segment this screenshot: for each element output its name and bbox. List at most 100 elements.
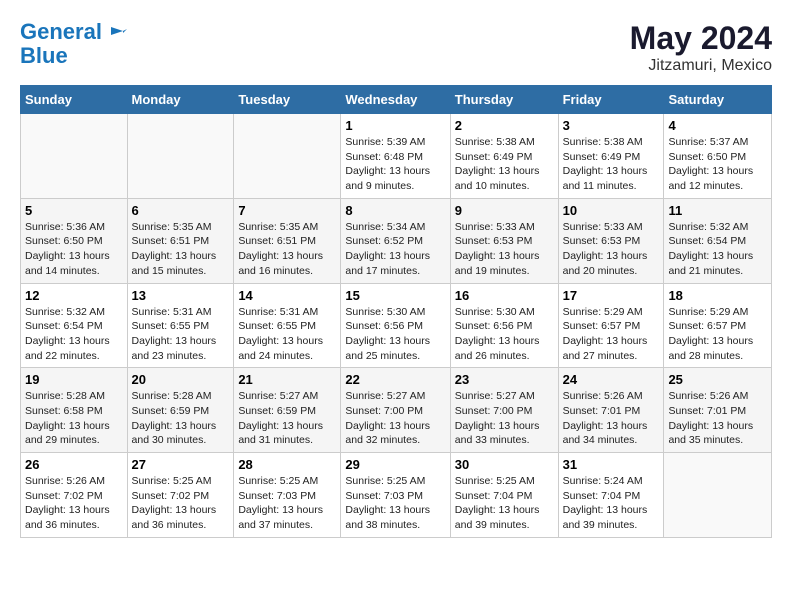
day-info: Sunrise: 5:33 AM Sunset: 6:53 PM Dayligh… <box>455 220 554 279</box>
calendar-cell: 5 Sunrise: 5:36 AM Sunset: 6:50 PM Daylig… <box>21 198 128 283</box>
day-number: 15 <box>345 288 445 303</box>
calendar-cell: 26 Sunrise: 5:26 AM Sunset: 7:02 PM Dayli… <box>21 453 128 538</box>
title-block: May 2024 Jitzamuri, Mexico <box>630 20 772 75</box>
day-number: 10 <box>563 203 660 218</box>
day-number: 20 <box>132 372 230 387</box>
day-number: 16 <box>455 288 554 303</box>
calendar-cell: 10 Sunrise: 5:33 AM Sunset: 6:53 PM Dayli… <box>558 198 664 283</box>
day-number: 28 <box>238 457 336 472</box>
calendar-cell: 15 Sunrise: 5:30 AM Sunset: 6:56 PM Dayli… <box>341 283 450 368</box>
day-info: Sunrise: 5:27 AM Sunset: 7:00 PM Dayligh… <box>345 389 445 448</box>
calendar-week-4: 19Sunrise: 5:28 AM Sunset: 6:58 PM Dayli… <box>21 368 772 453</box>
day-info: Sunrise: 5:32 AM Sunset: 6:54 PM Dayligh… <box>25 305 123 364</box>
header-cell-monday: Monday <box>127 86 234 114</box>
day-number: 9 <box>455 203 554 218</box>
header-row: SundayMondayTuesdayWednesdayThursdayFrid… <box>21 86 772 114</box>
calendar-cell <box>21 114 128 199</box>
header-cell-wednesday: Wednesday <box>341 86 450 114</box>
day-number: 3 <box>563 118 660 133</box>
day-info: Sunrise: 5:29 AM Sunset: 6:57 PM Dayligh… <box>563 305 660 364</box>
calendar-cell: 7 Sunrise: 5:35 AM Sunset: 6:51 PM Daylig… <box>234 198 341 283</box>
calendar-cell: 28 Sunrise: 5:25 AM Sunset: 7:03 PM Dayli… <box>234 453 341 538</box>
calendar-cell <box>127 114 234 199</box>
logo-text: General <box>20 20 129 44</box>
day-number: 11 <box>668 203 767 218</box>
day-number: 8 <box>345 203 445 218</box>
day-number: 29 <box>345 457 445 472</box>
calendar-cell: 27 Sunrise: 5:25 AM Sunset: 7:02 PM Dayli… <box>127 453 234 538</box>
day-info: Sunrise: 5:27 AM Sunset: 6:59 PM Dayligh… <box>238 389 336 448</box>
header-cell-friday: Friday <box>558 86 664 114</box>
calendar-cell: 4 Sunrise: 5:37 AM Sunset: 6:50 PM Daylig… <box>664 114 772 199</box>
calendar-cell: 11 Sunrise: 5:32 AM Sunset: 6:54 PM Dayli… <box>664 198 772 283</box>
day-info: Sunrise: 5:32 AM Sunset: 6:54 PM Dayligh… <box>668 220 767 279</box>
day-info: Sunrise: 5:37 AM Sunset: 6:50 PM Dayligh… <box>668 135 767 194</box>
day-info: Sunrise: 5:33 AM Sunset: 6:53 PM Dayligh… <box>563 220 660 279</box>
calendar-cell: 23Sunrise: 5:27 AM Sunset: 7:00 PM Dayli… <box>450 368 558 453</box>
calendar-cell: 24Sunrise: 5:26 AM Sunset: 7:01 PM Dayli… <box>558 368 664 453</box>
day-info: Sunrise: 5:39 AM Sunset: 6:48 PM Dayligh… <box>345 135 445 194</box>
calendar-week-2: 5 Sunrise: 5:36 AM Sunset: 6:50 PM Daylig… <box>21 198 772 283</box>
day-info: Sunrise: 5:26 AM Sunset: 7:01 PM Dayligh… <box>563 389 660 448</box>
calendar-week-1: 1 Sunrise: 5:39 AM Sunset: 6:48 PM Daylig… <box>21 114 772 199</box>
day-info: Sunrise: 5:31 AM Sunset: 6:55 PM Dayligh… <box>132 305 230 364</box>
calendar-cell: 6Sunrise: 5:35 AM Sunset: 6:51 PM Daylig… <box>127 198 234 283</box>
calendar-cell: 29 Sunrise: 5:25 AM Sunset: 7:03 PM Dayli… <box>341 453 450 538</box>
calendar-cell: 12Sunrise: 5:32 AM Sunset: 6:54 PM Dayli… <box>21 283 128 368</box>
day-number: 7 <box>238 203 336 218</box>
day-number: 5 <box>25 203 123 218</box>
day-number: 4 <box>668 118 767 133</box>
subtitle: Jitzamuri, Mexico <box>630 57 772 75</box>
calendar-cell: 20 Sunrise: 5:28 AM Sunset: 6:59 PM Dayli… <box>127 368 234 453</box>
calendar-cell: 19Sunrise: 5:28 AM Sunset: 6:58 PM Dayli… <box>21 368 128 453</box>
logo: General Blue <box>20 20 129 68</box>
day-info: Sunrise: 5:28 AM Sunset: 6:59 PM Dayligh… <box>132 389 230 448</box>
day-info: Sunrise: 5:28 AM Sunset: 6:58 PM Dayligh… <box>25 389 123 448</box>
day-number: 22 <box>345 372 445 387</box>
logo-text-blue: Blue <box>20 44 129 68</box>
day-number: 14 <box>238 288 336 303</box>
day-number: 17 <box>563 288 660 303</box>
day-number: 6 <box>132 203 230 218</box>
calendar-cell: 16 Sunrise: 5:30 AM Sunset: 6:56 PM Dayli… <box>450 283 558 368</box>
calendar-cell: 18Sunrise: 5:29 AM Sunset: 6:57 PM Dayli… <box>664 283 772 368</box>
header-cell-saturday: Saturday <box>664 86 772 114</box>
day-info: Sunrise: 5:31 AM Sunset: 6:55 PM Dayligh… <box>238 305 336 364</box>
day-number: 27 <box>132 457 230 472</box>
day-info: Sunrise: 5:25 AM Sunset: 7:03 PM Dayligh… <box>238 474 336 533</box>
day-number: 26 <box>25 457 123 472</box>
day-number: 2 <box>455 118 554 133</box>
calendar-cell: 25Sunrise: 5:26 AM Sunset: 7:01 PM Dayli… <box>664 368 772 453</box>
day-info: Sunrise: 5:36 AM Sunset: 6:50 PM Dayligh… <box>25 220 123 279</box>
day-info: Sunrise: 5:25 AM Sunset: 7:04 PM Dayligh… <box>455 474 554 533</box>
day-info: Sunrise: 5:29 AM Sunset: 6:57 PM Dayligh… <box>668 305 767 364</box>
calendar-cell: 9 Sunrise: 5:33 AM Sunset: 6:53 PM Daylig… <box>450 198 558 283</box>
day-info: Sunrise: 5:26 AM Sunset: 7:02 PM Dayligh… <box>25 474 123 533</box>
day-info: Sunrise: 5:35 AM Sunset: 6:51 PM Dayligh… <box>238 220 336 279</box>
day-info: Sunrise: 5:30 AM Sunset: 6:56 PM Dayligh… <box>455 305 554 364</box>
calendar-cell <box>234 114 341 199</box>
calendar-cell: 14 Sunrise: 5:31 AM Sunset: 6:55 PM Dayli… <box>234 283 341 368</box>
calendar-cell: 8 Sunrise: 5:34 AM Sunset: 6:52 PM Daylig… <box>341 198 450 283</box>
day-number: 1 <box>345 118 445 133</box>
day-info: Sunrise: 5:26 AM Sunset: 7:01 PM Dayligh… <box>668 389 767 448</box>
calendar-cell: 31Sunrise: 5:24 AM Sunset: 7:04 PM Dayli… <box>558 453 664 538</box>
main-title: May 2024 <box>630 20 772 57</box>
day-info: Sunrise: 5:30 AM Sunset: 6:56 PM Dayligh… <box>345 305 445 364</box>
header-cell-tuesday: Tuesday <box>234 86 341 114</box>
day-number: 13 <box>132 288 230 303</box>
day-info: Sunrise: 5:38 AM Sunset: 6:49 PM Dayligh… <box>563 135 660 194</box>
day-info: Sunrise: 5:38 AM Sunset: 6:49 PM Dayligh… <box>455 135 554 194</box>
day-info: Sunrise: 5:24 AM Sunset: 7:04 PM Dayligh… <box>563 474 660 533</box>
header-cell-thursday: Thursday <box>450 86 558 114</box>
header-cell-sunday: Sunday <box>21 86 128 114</box>
calendar-cell: 22 Sunrise: 5:27 AM Sunset: 7:00 PM Dayli… <box>341 368 450 453</box>
calendar-week-5: 26 Sunrise: 5:26 AM Sunset: 7:02 PM Dayli… <box>21 453 772 538</box>
day-info: Sunrise: 5:27 AM Sunset: 7:00 PM Dayligh… <box>455 389 554 448</box>
day-info: Sunrise: 5:34 AM Sunset: 6:52 PM Dayligh… <box>345 220 445 279</box>
logo-icon <box>109 23 129 43</box>
day-number: 21 <box>238 372 336 387</box>
day-info: Sunrise: 5:25 AM Sunset: 7:02 PM Dayligh… <box>132 474 230 533</box>
day-info: Sunrise: 5:25 AM Sunset: 7:03 PM Dayligh… <box>345 474 445 533</box>
calendar-cell: 2 Sunrise: 5:38 AM Sunset: 6:49 PM Daylig… <box>450 114 558 199</box>
